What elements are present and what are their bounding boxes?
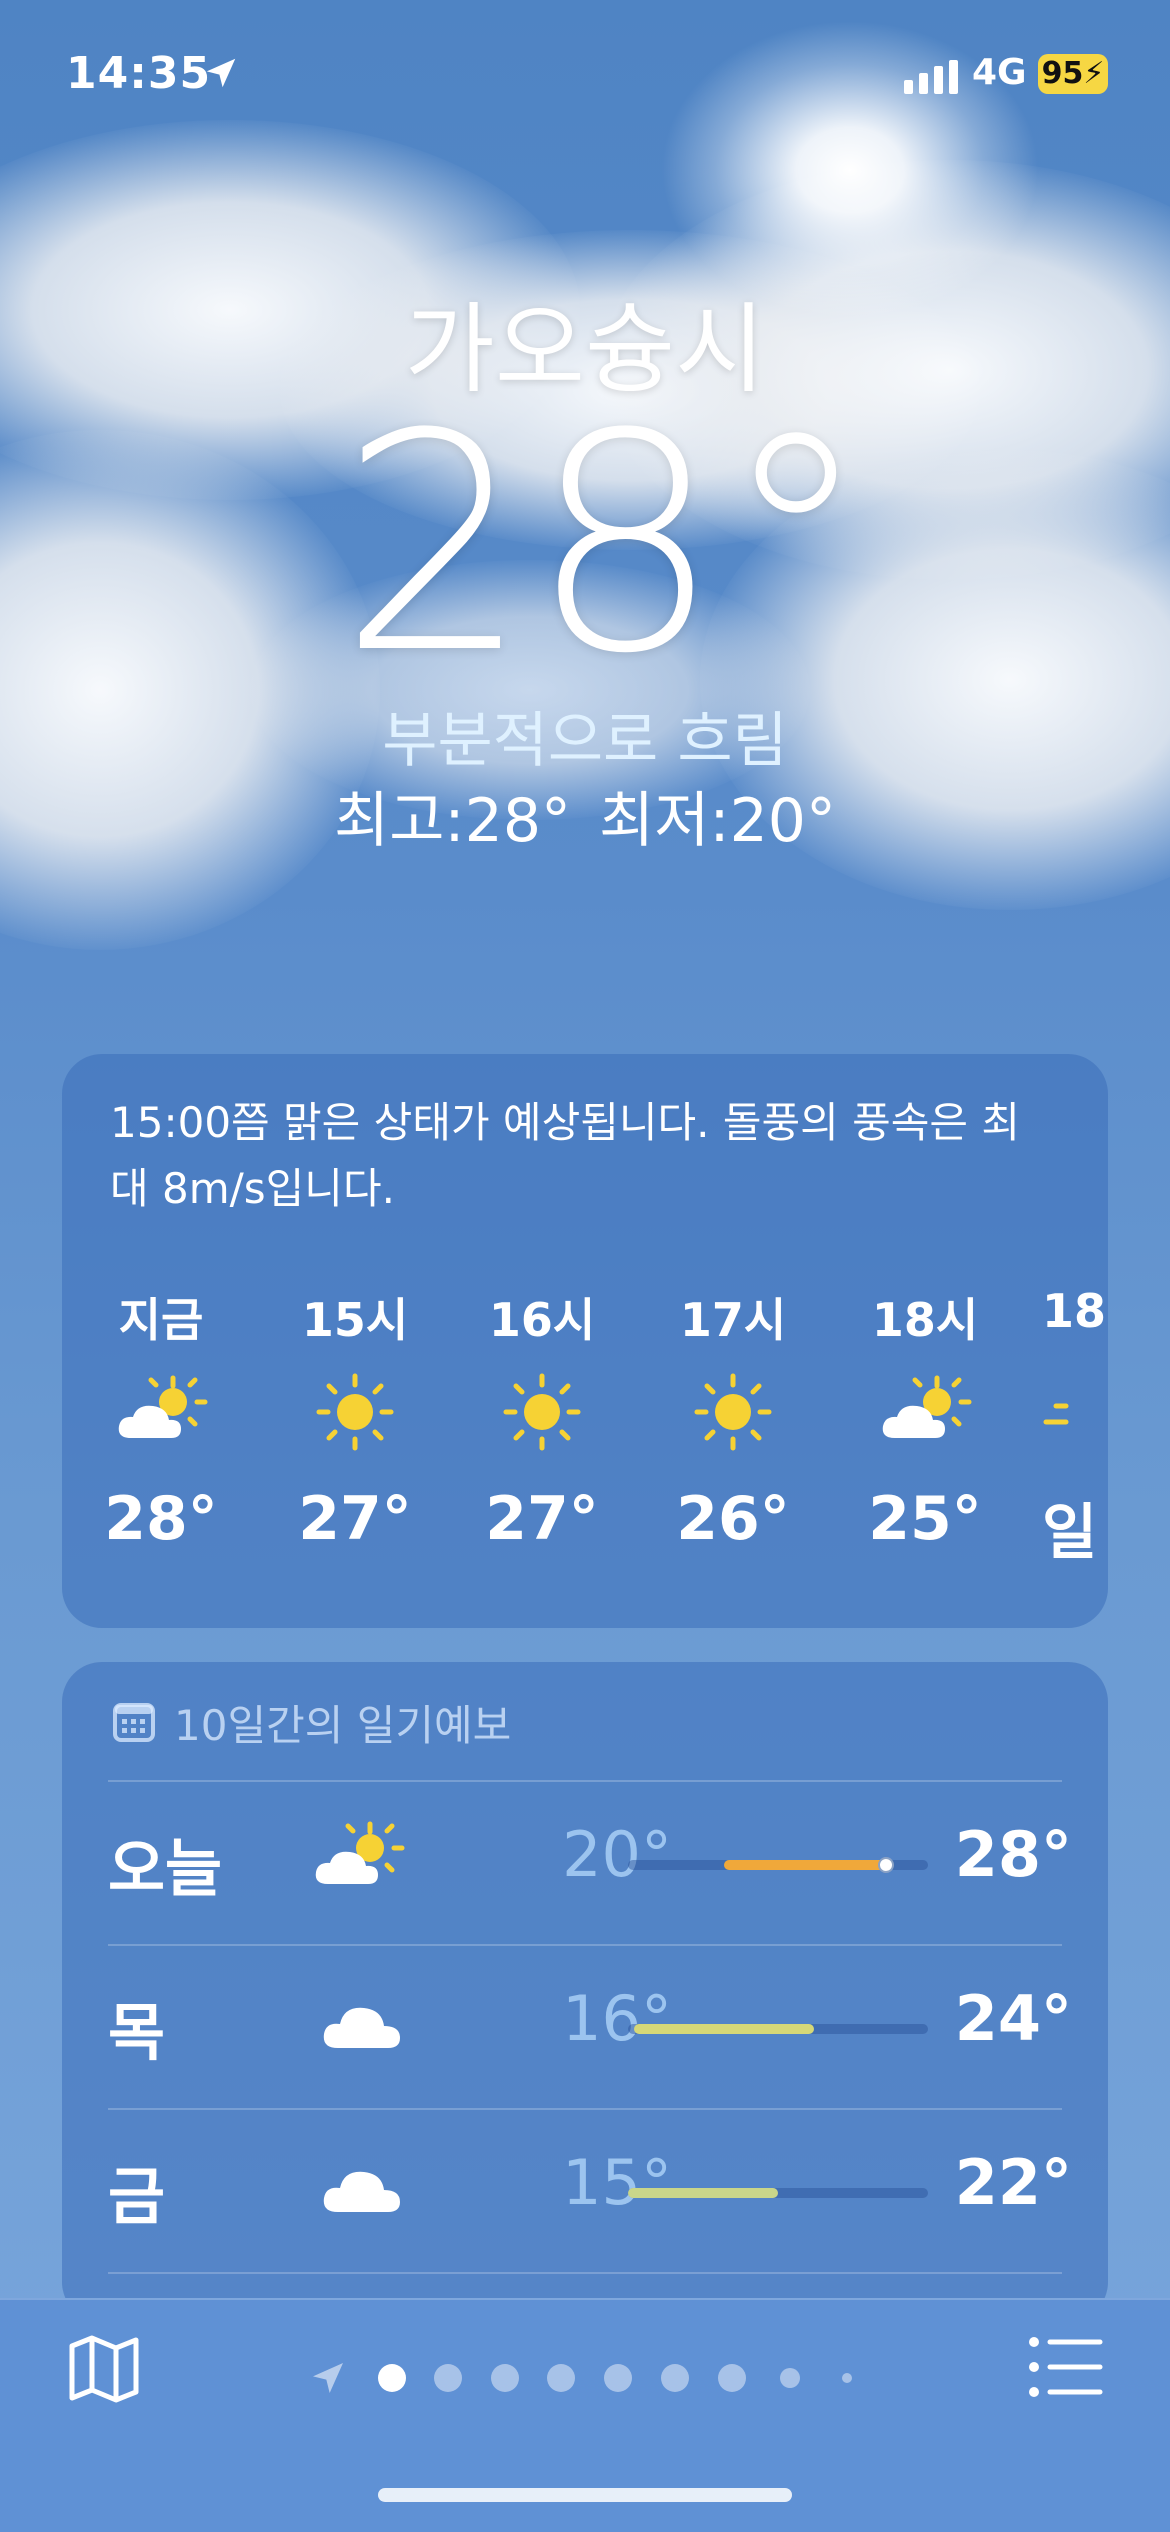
hour-item: 15시 27° <box>280 1284 430 1554</box>
location-page-icon <box>313 2363 343 2393</box>
forecast-summary: 15:00쯤 맑은 상태가 예상됩니다. 돌풍의 풍속은 최대 8m/s입니다. <box>110 1098 1021 1213</box>
hour-temp: 27° <box>298 1484 412 1554</box>
page-dot[interactable] <box>718 2364 746 2392</box>
day-high-temp: 24° <box>954 1982 1072 2055</box>
page-dot[interactable] <box>547 2364 575 2392</box>
hour-item: 지금 28° <box>86 1284 236 1554</box>
hour-item: 17시 26° <box>658 1284 808 1554</box>
hour-label: 17시 <box>679 1293 787 1347</box>
temp-range-bar <box>628 2188 928 2198</box>
partly-sunny-icon <box>850 1372 1000 1452</box>
high-temp: 최고:28° <box>334 786 571 856</box>
hour-temp: 27° <box>485 1484 599 1554</box>
day-name: 금 <box>108 2160 166 2233</box>
home-indicator[interactable] <box>378 2488 792 2502</box>
day-high-temp: 28° <box>954 1818 1072 1891</box>
daily-forecast-card[interactable]: 10일간의 일기예보 오늘 20° 28° 목 16° 24° 금 15° 22… <box>62 1662 1108 2322</box>
day-row[interactable]: 금 15° 22° <box>62 2110 1108 2274</box>
partly-sunny-icon <box>86 1372 236 1452</box>
battery-level: 95 <box>1041 56 1084 91</box>
cellular-signal-icon <box>904 60 958 94</box>
temp-range-bar <box>628 2024 928 2034</box>
network-type: 4G <box>972 52 1027 93</box>
temp-range-fill <box>634 2024 814 2034</box>
low-temp: 최저:20° <box>599 786 836 856</box>
temp-range-fill <box>724 1860 886 1870</box>
partly-sunny-icon <box>308 1818 408 1902</box>
day-low-temp: 16° <box>562 1982 672 2055</box>
hour-label: 16시 <box>488 1293 596 1347</box>
location-arrow-icon <box>206 58 236 88</box>
calendar-icon <box>113 1703 155 1742</box>
hour-item: 18시 25° <box>850 1284 1000 1554</box>
page-dot[interactable] <box>491 2364 519 2392</box>
page-dot-active[interactable] <box>378 2364 406 2392</box>
battery-indicator: 95⚡ <box>1038 54 1108 94</box>
current-temp-marker <box>878 1857 894 1873</box>
day-name: 목 <box>108 1996 166 2069</box>
page-dot[interactable] <box>780 2368 800 2388</box>
hour-label: 18 <box>1042 1284 1107 1338</box>
hour-temp: 25° <box>868 1484 982 1554</box>
page-dot[interactable] <box>604 2364 632 2392</box>
page-dot[interactable] <box>434 2364 462 2392</box>
status-time: 14:35 <box>66 48 212 99</box>
sun-icon <box>280 1372 430 1452</box>
hour-label: 18시 <box>871 1293 979 1347</box>
hour-item: 18 일 <box>1042 1284 1108 1571</box>
day-low-temp: 20° <box>562 1818 672 1891</box>
weather-condition: 부분적으로 흐림 <box>382 706 788 776</box>
sunset-icon <box>1042 1372 1108 1452</box>
temp-range-bar <box>628 1857 928 1873</box>
day-low-temp: 15° <box>562 2146 672 2219</box>
status-bar: 14:35 4G 95⚡ <box>0 40 1170 110</box>
city-list-icon[interactable] <box>1028 2334 1104 2400</box>
sun-icon <box>467 1372 617 1452</box>
day-row[interactable]: 오늘 20° 28° <box>62 1782 1108 1946</box>
daily-forecast-title: 10일간의 일기예보 <box>174 1700 512 1750</box>
hourly-list[interactable]: 지금 28° 15시 27° 16시 27° 17시 26° 18시 25° 1… <box>62 1284 1108 1604</box>
hour-temp: 26° <box>676 1484 790 1554</box>
high-low-temps: 최고:28° 최저:20° <box>0 772 1170 859</box>
divider <box>108 2272 1062 2274</box>
hour-label: 지금 <box>118 1293 204 1347</box>
current-temperature: 28° <box>339 370 871 719</box>
map-icon[interactable] <box>66 2330 142 2406</box>
day-row[interactable]: 목 16° 24° <box>62 1946 1108 2110</box>
sun-icon <box>658 1372 808 1452</box>
page-indicator[interactable] <box>300 2358 870 2398</box>
hour-temp: 일 <box>1042 1498 1098 1568</box>
cloud-icon <box>318 1982 408 2066</box>
hour-item: 16시 27° <box>467 1284 617 1554</box>
page-dot[interactable] <box>661 2364 689 2392</box>
day-high-temp: 22° <box>954 2146 1072 2219</box>
page-dot[interactable] <box>842 2373 852 2383</box>
cloud-icon <box>318 2146 408 2230</box>
day-name: 오늘 <box>108 1832 223 1905</box>
temp-range-fill <box>628 2188 778 2198</box>
hour-temp: 28° <box>104 1484 218 1554</box>
hourly-forecast-card[interactable]: 15:00쯤 맑은 상태가 예상됩니다. 돌풍의 풍속은 최대 8m/s입니다.… <box>62 1054 1108 1628</box>
hour-label: 15시 <box>301 1293 409 1347</box>
daily-forecast-header: 10일간의 일기예보 <box>112 1692 511 1752</box>
